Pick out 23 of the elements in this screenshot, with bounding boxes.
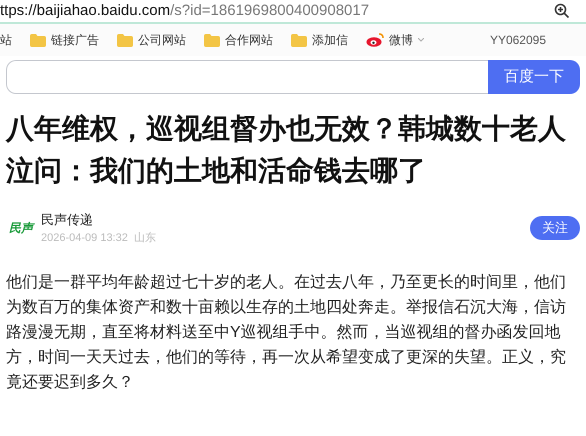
bookmark-item[interactable]: 微博 <box>389 31 413 49</box>
folder-icon <box>117 34 133 46</box>
user-id: YY062095 <box>490 32 546 49</box>
article-title: 八年维权，巡视组督办也无效？韩城数十老人泣问：我们的土地和活命钱去哪了 <box>6 112 567 188</box>
caret-icon[interactable] <box>418 38 424 42</box>
folder-icon <box>291 34 307 46</box>
folder-icon <box>204 34 220 46</box>
article-body: 他们是一群平均年龄超过七十岁的老人。在过去八年，乃至更长的时间里，他们为数百万的集体资产和数十亩赖以生存的土地四处奔走。举报信石沉大海，信访路漫漫无期，直至将材料送至中Y巡视组手中。然而，当巡视组的督办函发回地方，时间一天天过去，他们的等待，再一次从希望变成了更深的失望。正义，究竟还要迟到多久？ <box>6 272 567 393</box>
location: 山东 <box>134 230 156 246</box>
folder-icon <box>30 34 46 46</box>
search-button[interactable]: 百度一下 <box>488 60 580 94</box>
bookmark-item[interactable]: 公司网站 <box>138 31 186 49</box>
bookmark-item[interactable]: 链接广告 <box>51 31 99 49</box>
bookmark-item[interactable]: 站 <box>0 31 12 49</box>
bookmark-item[interactable]: 添加信 <box>312 31 348 49</box>
bookmark-item[interactable]: 合作网站 <box>225 31 273 49</box>
search-field[interactable] <box>6 60 488 94</box>
zoom-icon[interactable] <box>554 3 570 19</box>
publish-date: 2026-04-09 13:32 <box>41 230 128 246</box>
follow-button[interactable]: 关注 <box>530 216 580 240</box>
author-logo: 民声 <box>8 220 36 237</box>
author-name[interactable]: 民声传递 <box>41 210 530 230</box>
weibo-icon <box>366 33 384 47</box>
